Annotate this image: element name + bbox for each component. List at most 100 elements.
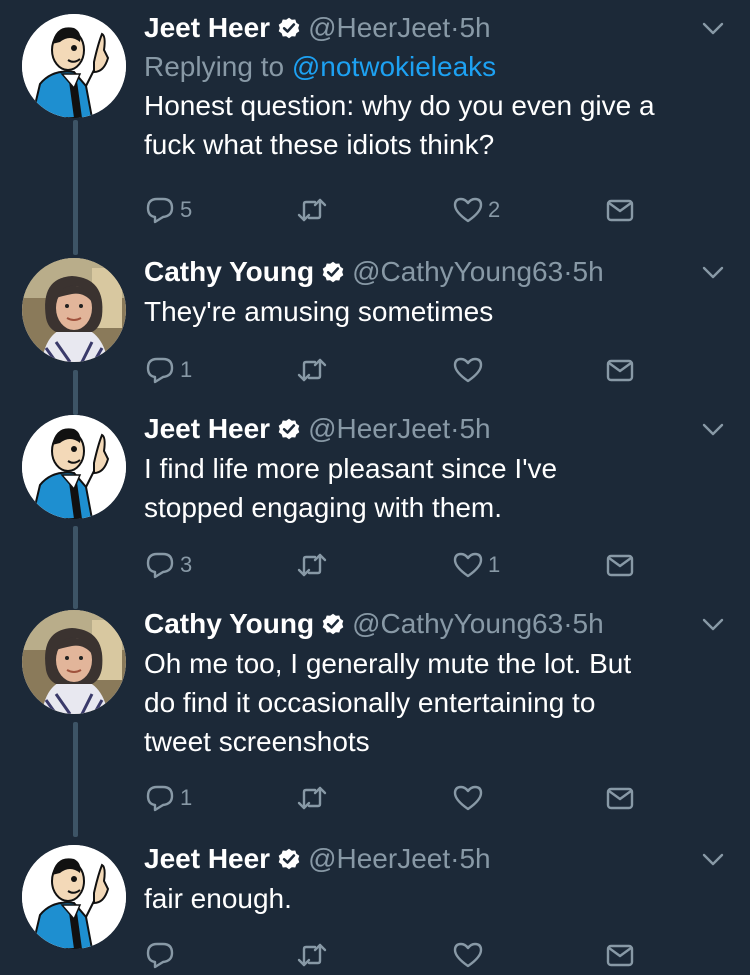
heart-icon	[452, 354, 484, 386]
reply-button[interactable]: 3	[144, 545, 192, 585]
tweet-header: Jeet Heer @HeerJeet·5h	[144, 839, 730, 879]
separator-dot: ·	[563, 256, 573, 287]
heart-icon	[452, 549, 484, 581]
retweet-button[interactable]	[296, 935, 328, 975]
tweet-header: Cathy Young @CathyYoung63·5h	[144, 604, 730, 644]
reply-count: 3	[180, 552, 193, 577]
thread-line	[73, 120, 78, 255]
verified-badge-icon	[320, 259, 346, 285]
tweet-actions: 1	[144, 778, 644, 818]
like-button[interactable]: 1	[452, 545, 500, 585]
like-button[interactable]	[452, 935, 484, 975]
display-name[interactable]: Cathy Young	[144, 256, 314, 287]
avatar[interactable]	[22, 610, 126, 714]
direct-message-button[interactable]	[604, 935, 636, 975]
retweet-icon	[296, 939, 328, 971]
tweet-text-line: tweet screenshots	[144, 726, 370, 757]
tweet-header: Jeet Heer @HeerJeet·5h	[144, 409, 730, 449]
avatar[interactable]	[22, 258, 126, 362]
reply-button[interactable]: 5	[144, 190, 192, 230]
envelope-icon	[604, 354, 636, 386]
heart-icon	[452, 194, 484, 226]
tweet-actions: 5 2	[144, 190, 644, 230]
tweet-actions	[144, 935, 644, 975]
separator-dot: ·	[563, 608, 573, 639]
retweet-icon	[296, 549, 328, 581]
reply-icon	[144, 939, 176, 971]
user-handle[interactable]: @CathyYoung63	[352, 608, 563, 639]
replying-to: Replying to @notwokieleaks	[144, 48, 730, 86]
cartoon-man-icon	[22, 415, 126, 519]
timestamp[interactable]: 5h	[459, 12, 490, 43]
retweet-button[interactable]	[296, 778, 328, 818]
envelope-icon	[604, 782, 636, 814]
envelope-icon	[604, 549, 636, 581]
retweet-button[interactable]	[296, 190, 328, 230]
user-handle[interactable]: @HeerJeet	[308, 413, 450, 444]
cartoon-man-icon	[22, 14, 126, 118]
chevron-down-icon[interactable]	[696, 8, 730, 48]
direct-message-button[interactable]	[604, 190, 636, 230]
retweet-icon	[296, 354, 328, 386]
heart-icon	[452, 782, 484, 814]
tweet-actions: 1	[144, 350, 644, 390]
verified-badge-icon	[276, 15, 302, 41]
chevron-down-icon[interactable]	[696, 409, 730, 449]
tweet-text-line: I find life more pleasant since I've	[144, 453, 558, 484]
avatar[interactable]	[22, 415, 126, 519]
direct-message-button[interactable]	[604, 778, 636, 818]
user-handle[interactable]: @CathyYoung63	[352, 256, 563, 287]
reply-button[interactable]: 1	[144, 778, 192, 818]
reply-button[interactable]: 1	[144, 350, 192, 390]
tweet-text-line: Honest question: why do you even give a	[144, 90, 655, 121]
display-name[interactable]: Jeet Heer	[144, 413, 270, 444]
display-name[interactable]: Cathy Young	[144, 608, 314, 639]
thread-line	[73, 370, 78, 415]
user-handle[interactable]: @HeerJeet	[308, 12, 450, 43]
tweet-header: Cathy Young @CathyYoung63·5h	[144, 252, 730, 292]
reply-count: 1	[180, 785, 193, 810]
direct-message-button[interactable]	[604, 545, 636, 585]
like-button[interactable]	[452, 350, 484, 390]
like-count: 1	[488, 552, 501, 577]
reply-button[interactable]	[144, 935, 176, 975]
retweet-icon	[296, 194, 328, 226]
verified-badge-icon	[320, 611, 346, 637]
chevron-down-icon[interactable]	[696, 839, 730, 879]
chevron-down-icon[interactable]	[696, 252, 730, 292]
reply-icon	[144, 549, 176, 581]
display-name[interactable]: Jeet Heer	[144, 843, 270, 874]
mention-link[interactable]: @notwokieleaks	[292, 51, 496, 82]
tweet-text-line: do find it occasionally entertaining to	[144, 687, 596, 718]
like-count: 2	[488, 197, 501, 222]
reply-icon	[144, 194, 176, 226]
tweet-actions: 3 1	[144, 545, 644, 585]
like-button[interactable]	[452, 778, 484, 818]
chevron-down-icon[interactable]	[696, 604, 730, 644]
tweet-header: Jeet Heer @HeerJeet·5h	[144, 8, 730, 48]
like-button[interactable]: 2	[452, 190, 500, 230]
thread-line	[73, 722, 78, 837]
avatar[interactable]	[22, 14, 126, 118]
timestamp[interactable]: 5h	[459, 843, 490, 874]
tweet-text-line: They're amusing sometimes	[144, 296, 494, 327]
timestamp[interactable]: 5h	[573, 608, 604, 639]
tweet-text-line: fuck what these idiots think?	[144, 129, 495, 160]
avatar[interactable]	[22, 845, 126, 949]
tweet-text-line: fair enough.	[144, 883, 292, 914]
timestamp[interactable]: 5h	[459, 413, 490, 444]
user-handle[interactable]: @HeerJeet	[308, 843, 450, 874]
reply-icon	[144, 354, 176, 386]
tweet-text-line: stopped engaging with them.	[144, 492, 503, 523]
retweet-button[interactable]	[296, 545, 328, 585]
envelope-icon	[604, 939, 636, 971]
envelope-icon	[604, 194, 636, 226]
direct-message-button[interactable]	[604, 350, 636, 390]
reply-icon	[144, 782, 176, 814]
tweet-text-line: Oh me too, I generally mute the lot. But	[144, 648, 632, 679]
verified-badge-icon	[276, 846, 302, 872]
display-name[interactable]: Jeet Heer	[144, 12, 270, 43]
timestamp[interactable]: 5h	[573, 256, 604, 287]
retweet-button[interactable]	[296, 350, 328, 390]
profile-photo	[22, 610, 126, 714]
